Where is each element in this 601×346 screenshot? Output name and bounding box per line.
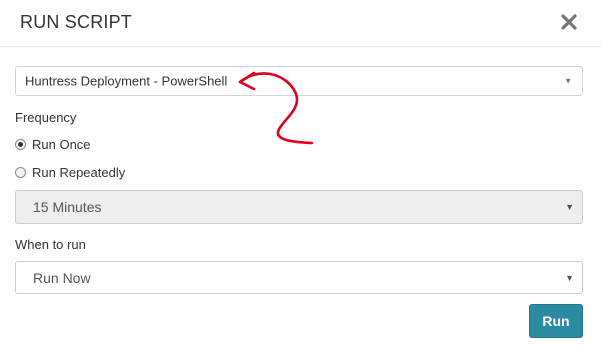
run-repeatedly-radio[interactable] (15, 167, 26, 178)
run-repeatedly-label: Run Repeatedly (32, 165, 126, 180)
run-once-label: Run Once (32, 137, 91, 152)
interval-select-value: 15 Minutes (33, 199, 102, 215)
run-button[interactable]: Run (529, 304, 583, 338)
caret-down-icon: ▼ (564, 76, 572, 86)
when-to-run-select[interactable]: Run Now ▼ (15, 261, 583, 294)
run-once-radio[interactable] (15, 139, 26, 150)
script-select[interactable]: Huntress Deployment - PowerShell ▼ (15, 66, 583, 96)
interval-select[interactable]: 15 Minutes ▼ (15, 190, 583, 224)
frequency-label: Frequency (15, 110, 77, 125)
dialog-header: RUN SCRIPT (0, 0, 601, 47)
caret-down-icon: ▼ (565, 202, 574, 212)
script-select-value: Huntress Deployment - PowerShell (25, 73, 228, 89)
run-script-dialog: RUN SCRIPT Huntress Deployment - PowerSh… (0, 0, 601, 346)
close-icon[interactable] (559, 12, 579, 32)
when-to-run-label: When to run (15, 237, 86, 252)
dialog-title: RUN SCRIPT (20, 12, 133, 32)
caret-down-icon: ▼ (565, 272, 574, 283)
when-to-run-value: Run Now (33, 269, 91, 286)
